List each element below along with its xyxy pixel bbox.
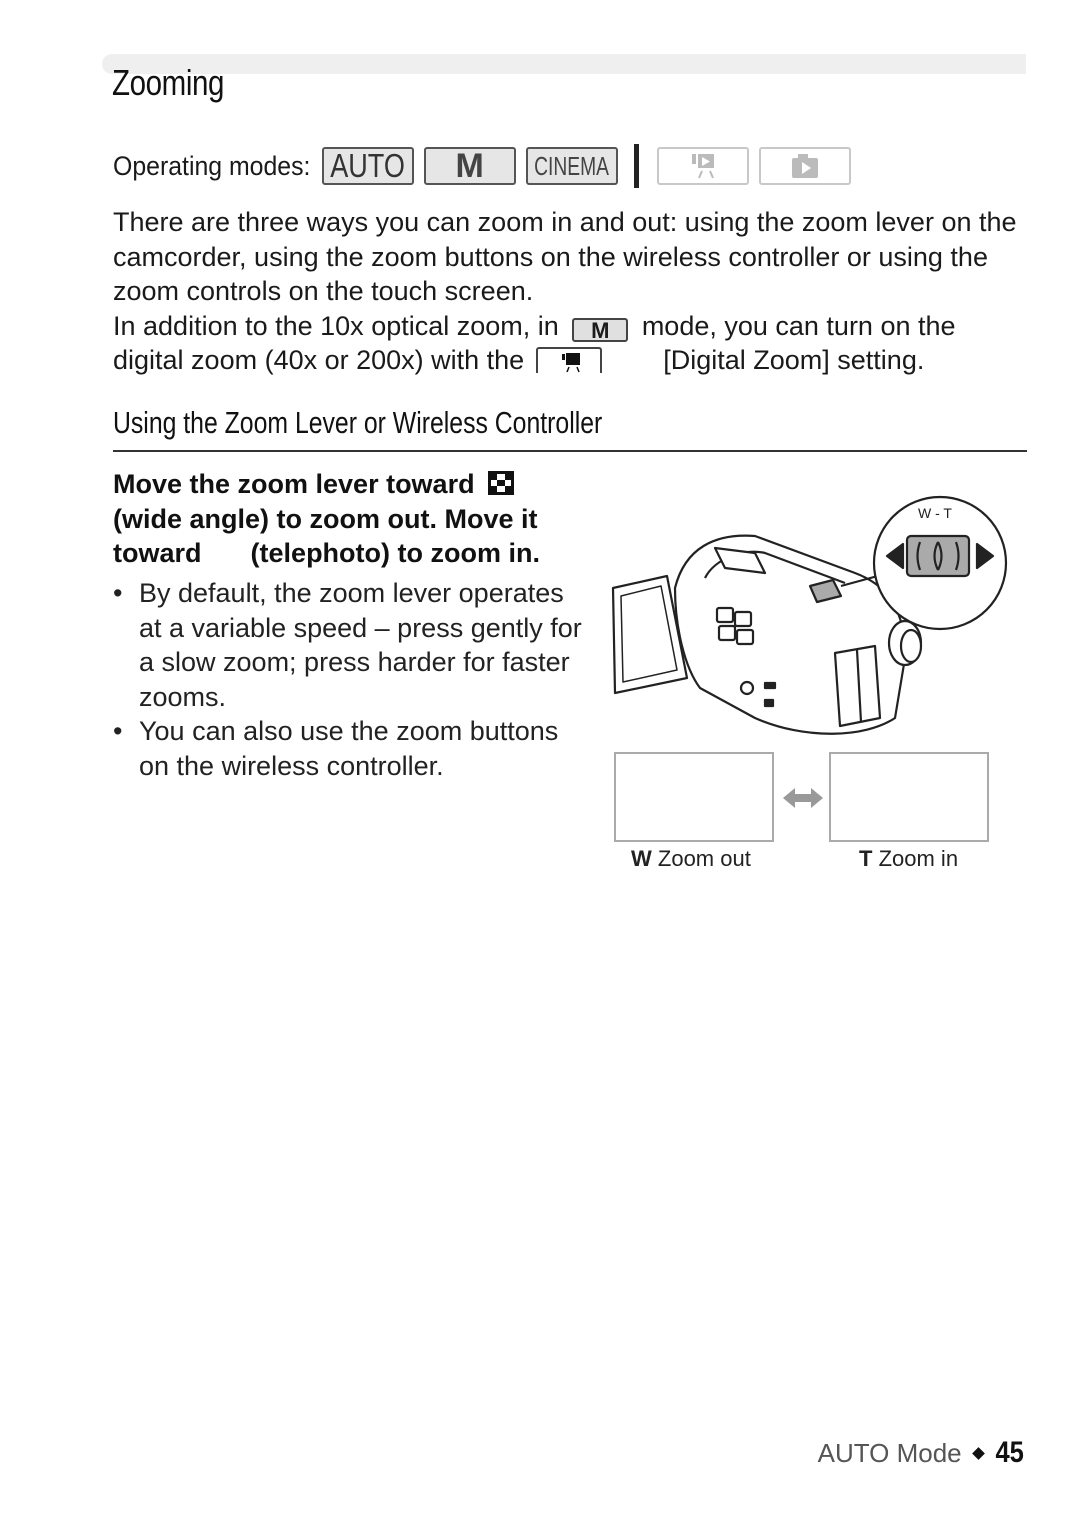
- double-arrow-icon: [783, 788, 823, 808]
- step-text-a: Move the zoom lever toward: [113, 469, 475, 499]
- photo-playback-icon: [758, 147, 851, 185]
- step-instruction: Move the zoom lever toward (wide angle) …: [113, 467, 583, 571]
- diamond-icon: [971, 1446, 985, 1460]
- footer-chapter: AUTO Mode: [817, 1437, 962, 1468]
- subsection-heading: Using the Zoom Lever or Wireless Control…: [113, 405, 603, 440]
- manual-mode-inline-icon: M: [572, 317, 629, 342]
- heading-rule: [113, 450, 1027, 452]
- operating-modes-row: Operating modes: AUTO M CINEMA: [113, 144, 861, 188]
- camcorder-illustration: W - T: [611, 495, 1008, 735]
- auto-mode-icon: AUTO: [321, 147, 414, 185]
- zoom-in-caption: T Zoom in: [859, 846, 959, 871]
- tele-frame: [829, 752, 989, 842]
- wide-frame: [614, 752, 774, 842]
- intro-text: There are three ways you can zoom in and…: [113, 207, 1017, 307]
- section-title-bar: [102, 54, 1026, 74]
- operating-modes-label: Operating modes:: [113, 150, 311, 181]
- intro-text-2a: In addition to the 10x optical zoom, in: [113, 310, 559, 341]
- wide-angle-icon: [488, 471, 515, 495]
- mode-separator: [633, 144, 639, 188]
- list-item: • You can also use the zoom buttons on th…: [113, 716, 559, 781]
- page-footer: AUTO Mode 45: [818, 1436, 1026, 1470]
- notes-list: • By default, the zoom lever operates at …: [113, 576, 583, 784]
- cinema-mode-icon: CINEMA: [525, 147, 618, 185]
- step-text-c: (telephoto) to zoom in.: [250, 538, 540, 569]
- list-item: • By default, the zoom lever operates at …: [113, 578, 582, 712]
- zoom-out-caption: W Zoom out: [631, 846, 751, 871]
- intro-paragraph: There are three ways you can zoom in and…: [113, 205, 1033, 378]
- page-title: Zooming: [112, 62, 224, 103]
- movie-menu-icon: [535, 347, 602, 374]
- movie-playback-icon: [656, 147, 749, 185]
- lever-label: W - T: [918, 505, 952, 521]
- page-number: 45: [995, 1436, 1024, 1469]
- manual-mode-icon: M: [423, 147, 516, 185]
- intro-text-2c: [Digital Zoom] setting.: [663, 345, 925, 376]
